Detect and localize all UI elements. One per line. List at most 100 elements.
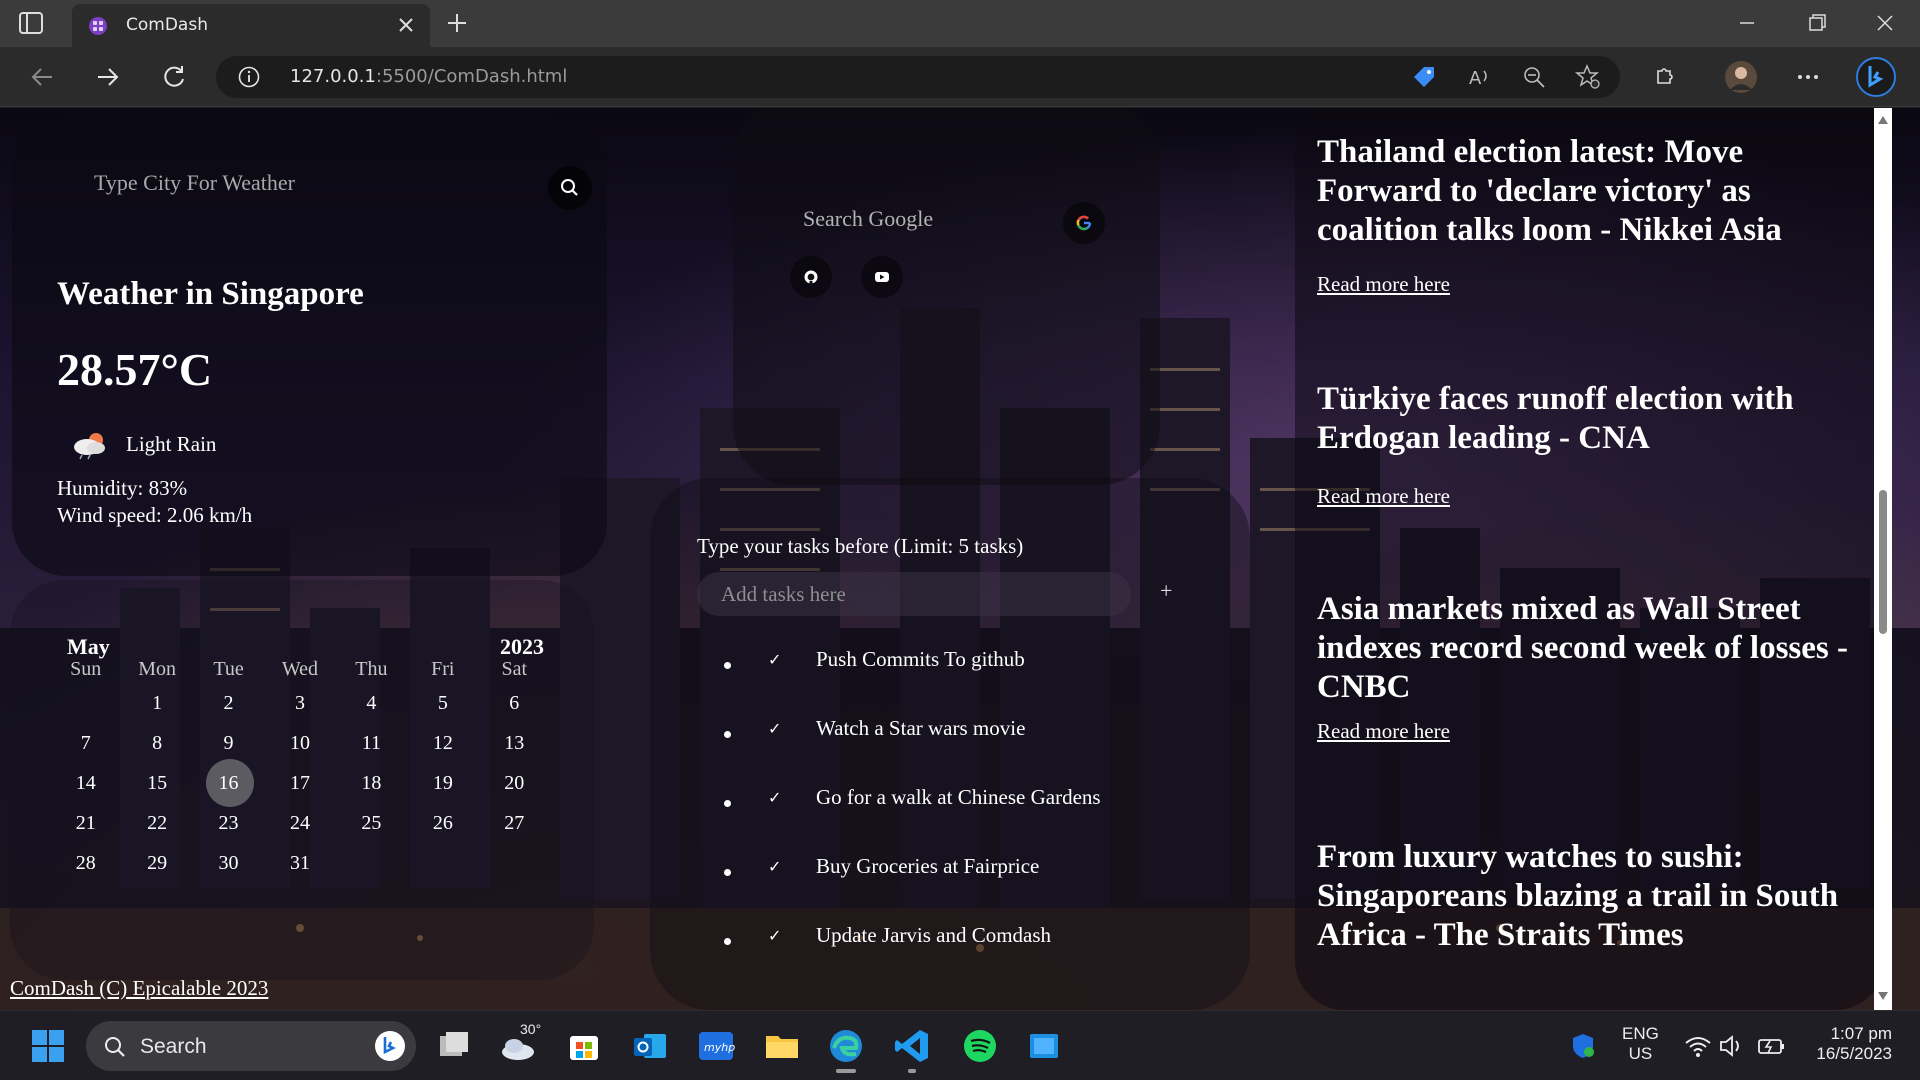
myhp-icon[interactable]: myhp: [696, 1026, 736, 1066]
back-icon[interactable]: [28, 63, 56, 91]
calendar-week-row: 14 15 16 17 18 19 20: [50, 759, 550, 807]
battery-icon[interactable]: [1756, 1031, 1786, 1061]
checkmark-icon[interactable]: ✓: [768, 650, 781, 670]
checkmark-icon[interactable]: ✓: [768, 857, 781, 877]
refresh-icon[interactable]: [160, 63, 188, 91]
calendar-day[interactable]: 29: [121, 843, 192, 883]
calendar-day[interactable]: 14: [50, 763, 121, 803]
checkmark-icon[interactable]: ✓: [768, 788, 781, 808]
calendar-day[interactable]: 15: [121, 763, 192, 803]
extensions-icon[interactable]: [1650, 63, 1678, 91]
edge-browser-icon[interactable]: [826, 1026, 866, 1066]
calendar-weekday: Thu: [355, 658, 388, 680]
task-view-icon[interactable]: [434, 1026, 474, 1066]
task-item[interactable]: ✓ Go for a walk at Chinese Gardens: [722, 785, 1242, 857]
calendar-day[interactable]: 30: [193, 843, 264, 883]
calendar-day[interactable]: 9: [193, 723, 264, 763]
task-item[interactable]: ✓ Push Commits To github: [722, 647, 1242, 719]
google-search-card: Search Google: [733, 108, 1160, 485]
more-options-icon[interactable]: [1794, 63, 1822, 91]
calendar-day-today[interactable]: 16: [193, 759, 264, 807]
scroll-down-arrow[interactable]: [1878, 992, 1888, 1000]
close-tab-icon[interactable]: [396, 15, 416, 35]
read-more-link[interactable]: Read more here: [1317, 719, 1857, 744]
task-input[interactable]: Add tasks here: [697, 572, 1131, 616]
favorites-add-icon[interactable]: [1574, 63, 1602, 91]
calendar-weekday-row: Sun Mon Tue Wed Thu Fri Sat: [50, 656, 550, 683]
volume-icon[interactable]: [1716, 1031, 1746, 1061]
calendar-day[interactable]: 10: [264, 723, 335, 763]
calendar-day[interactable]: 22: [121, 803, 192, 843]
calendar-day[interactable]: 4: [336, 683, 407, 723]
calendar-day[interactable]: 8: [121, 723, 192, 763]
restore-icon[interactable]: [1804, 10, 1830, 36]
checkmark-icon[interactable]: ✓: [768, 926, 781, 946]
github-link[interactable]: [790, 256, 832, 298]
task-item[interactable]: ✓ Update Jarvis and Comdash: [722, 923, 1242, 995]
read-more-link[interactable]: Read more here: [1317, 484, 1857, 509]
language-indicator[interactable]: ENG US: [1622, 1024, 1659, 1064]
outlook-icon[interactable]: [630, 1026, 670, 1066]
calendar-day[interactable]: 31: [264, 843, 335, 883]
calendar-day[interactable]: 20: [479, 763, 550, 803]
read-more-link[interactable]: Read more here: [1317, 272, 1857, 297]
app-window-icon[interactable]: [1024, 1026, 1064, 1066]
microsoft-store-icon[interactable]: [564, 1026, 604, 1066]
tab-actions-icon[interactable]: [18, 11, 44, 35]
minimize-icon[interactable]: [1734, 10, 1760, 36]
wifi-icon[interactable]: [1683, 1031, 1713, 1061]
windows-start-icon[interactable]: [28, 1026, 68, 1066]
calendar-day[interactable]: 26: [407, 803, 478, 843]
file-explorer-icon[interactable]: [762, 1026, 802, 1066]
weather-city-input[interactable]: [60, 162, 490, 204]
weather-search-button[interactable]: [548, 166, 592, 210]
scrollbar-thumb[interactable]: [1879, 490, 1887, 634]
weather-humidity: Humidity: 83%: [57, 476, 188, 500]
calendar-day[interactable]: 25: [336, 803, 407, 843]
task-item[interactable]: ✓ Watch a Star wars movie: [722, 716, 1242, 788]
calendar-day[interactable]: 21: [50, 803, 121, 843]
calendar-day[interactable]: 6: [479, 683, 550, 723]
spotify-icon[interactable]: [960, 1026, 1000, 1066]
footer-link[interactable]: ComDash (C) Epicalable 2023: [10, 976, 268, 1001]
news-feed: Thailand election latest: Move Forward t…: [1295, 108, 1885, 1010]
google-search-input[interactable]: Search Google: [803, 206, 933, 232]
calendar-day[interactable]: 7: [50, 723, 121, 763]
task-text: Buy Groceries at Fairprice: [816, 854, 1040, 878]
calendar-day[interactable]: 3: [264, 683, 335, 723]
calendar-day[interactable]: 27: [479, 803, 550, 843]
new-tab-icon[interactable]: [445, 11, 469, 35]
coupon-tag-icon[interactable]: [1410, 63, 1438, 91]
task-item[interactable]: ✓ Buy Groceries at Fairprice: [722, 854, 1242, 926]
bing-copilot-icon[interactable]: [1856, 57, 1896, 97]
page-scrollbar[interactable]: [1874, 108, 1892, 1010]
scroll-up-arrow[interactable]: [1878, 116, 1888, 124]
site-info-icon[interactable]: [238, 66, 260, 88]
browser-tab[interactable]: ComDash: [72, 4, 430, 47]
calendar-day[interactable]: 11: [336, 723, 407, 763]
calendar-day[interactable]: 5: [407, 683, 478, 723]
close-window-icon[interactable]: [1872, 10, 1898, 36]
calendar-day[interactable]: 28: [50, 843, 121, 883]
add-task-button[interactable]: +: [1160, 578, 1172, 604]
calendar-day[interactable]: 17: [264, 763, 335, 803]
clock[interactable]: 1:07 pm 16/5/2023: [1802, 1024, 1892, 1064]
read-aloud-icon[interactable]: A: [1466, 63, 1494, 91]
calendar-day[interactable]: 2: [193, 683, 264, 723]
google-search-button[interactable]: [1063, 202, 1105, 244]
calendar-day[interactable]: 1: [121, 683, 192, 723]
profile-avatar[interactable]: [1724, 60, 1758, 94]
calendar-day[interactable]: 13: [479, 723, 550, 763]
calendar-day[interactable]: 23: [193, 803, 264, 843]
calendar-day[interactable]: 12: [407, 723, 478, 763]
windows-security-icon[interactable]: [1568, 1031, 1598, 1061]
taskbar-search[interactable]: Search: [86, 1021, 416, 1071]
calendar-day[interactable]: 19: [407, 763, 478, 803]
forward-icon[interactable]: [94, 63, 122, 91]
vscode-icon[interactable]: [892, 1026, 932, 1066]
calendar-day[interactable]: 18: [336, 763, 407, 803]
zoom-out-icon[interactable]: [1520, 63, 1548, 91]
youtube-link[interactable]: [861, 256, 903, 298]
calendar-day[interactable]: 24: [264, 803, 335, 843]
checkmark-icon[interactable]: ✓: [768, 719, 781, 739]
